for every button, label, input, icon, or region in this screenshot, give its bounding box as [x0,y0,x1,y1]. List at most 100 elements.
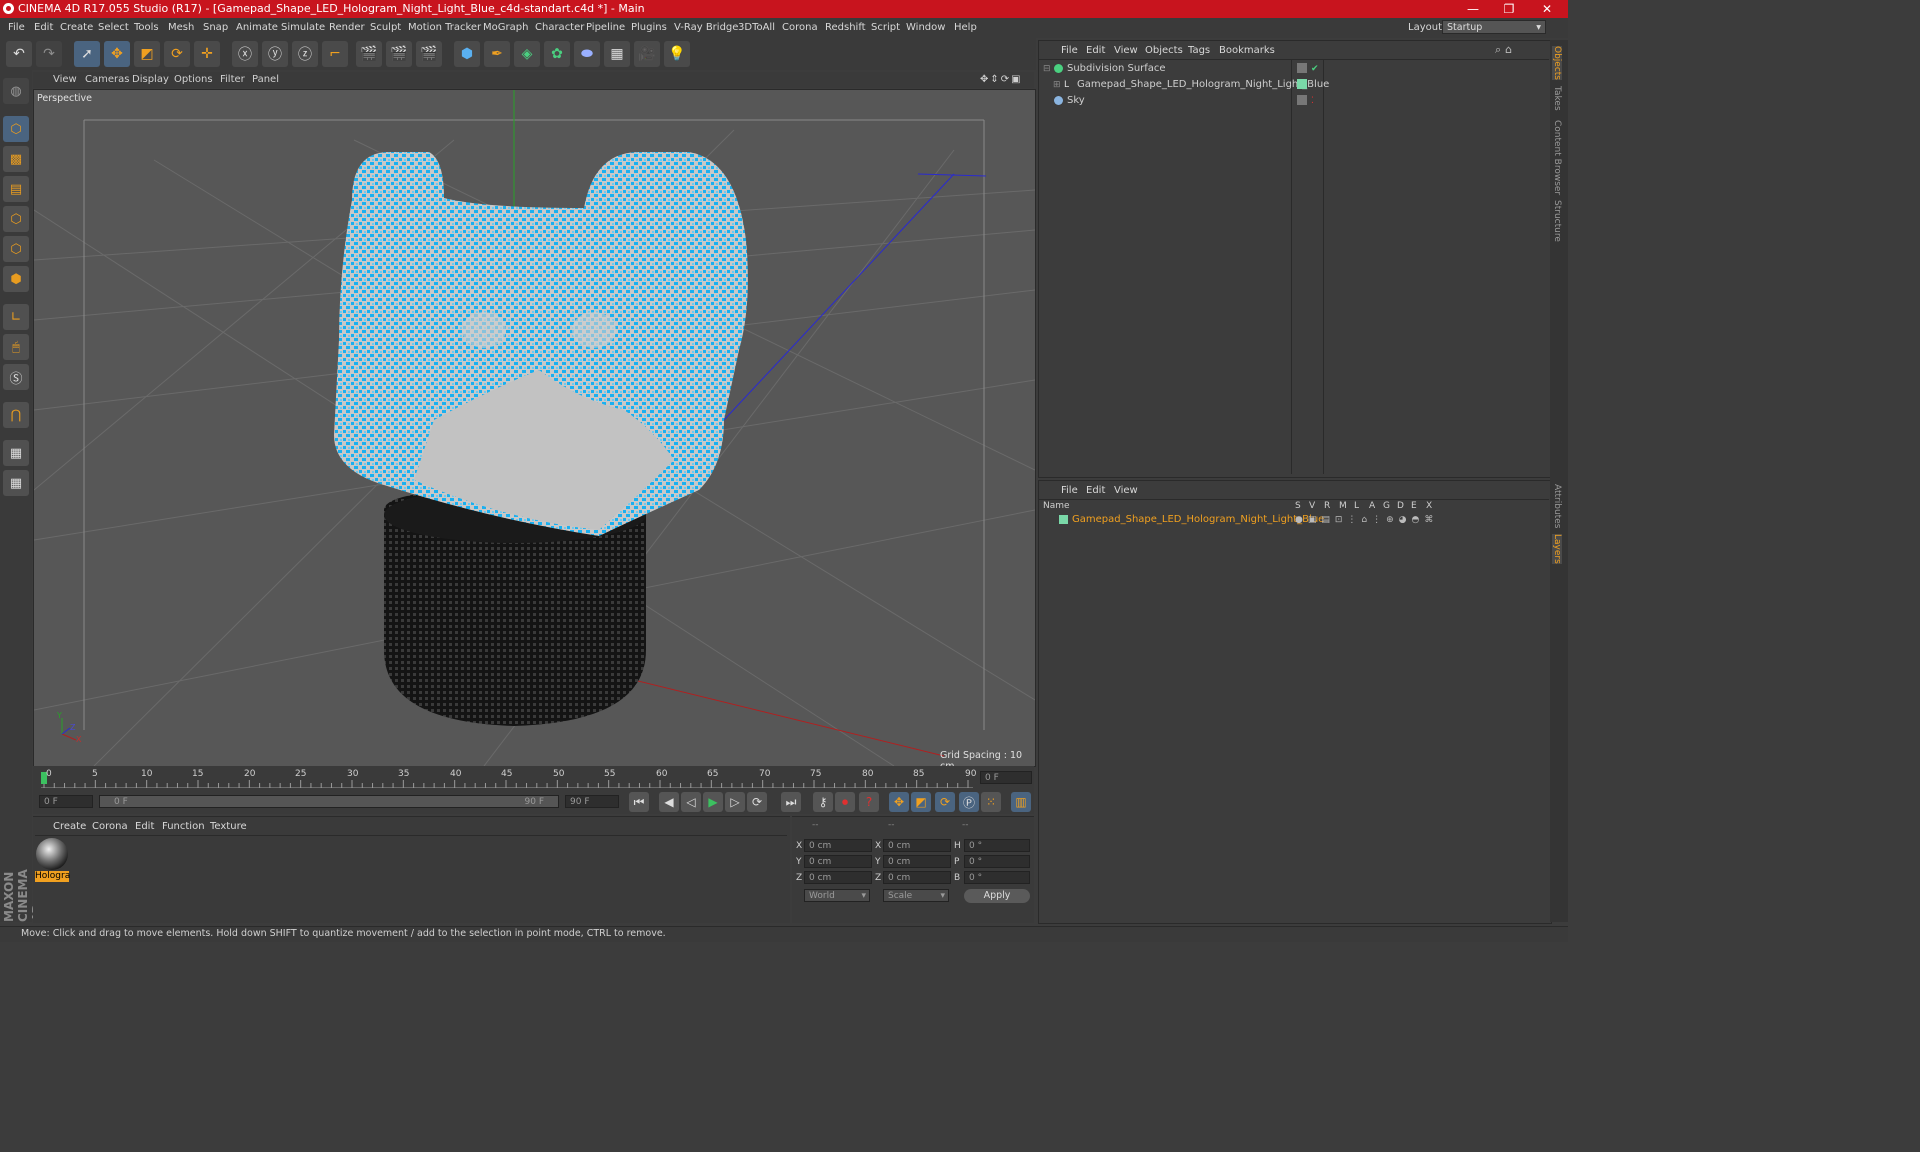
menu-window[interactable]: Window [906,22,945,33]
timeline-ruler[interactable]: 0 5 10 15 20 25 30 35 40 45 50 55 60 65 … [33,766,1034,790]
minimize-button[interactable]: — [1458,1,1488,17]
material-menu-texture[interactable]: Texture [210,821,247,832]
add-spline-button[interactable]: ✒ [484,41,510,67]
layers-menu-file[interactable]: File [1061,485,1078,496]
tab-structure[interactable]: Structure [1552,200,1562,242]
viewport-navigation-icons[interactable]: ✥⇕⟳▣ [980,74,1023,85]
maximize-button[interactable]: ❐ [1494,1,1524,17]
autokey-button[interactable]: ⏺ [835,792,855,812]
apply-button[interactable]: Apply [964,889,1030,903]
menu-motion-tracker[interactable]: Motion Tracker [408,22,481,33]
collapse-icon[interactable]: ⊟ [1043,61,1051,77]
key-position-button[interactable]: ✥ [889,792,909,812]
workplane-mode-button[interactable]: ▤ [3,176,29,202]
next-key-button[interactable]: ⟳ [747,792,767,812]
go-to-end-button[interactable]: ⏭ [781,792,801,812]
viewport-menu-panel[interactable]: Panel [252,74,279,85]
keyframe-selection-button[interactable]: ? [859,792,879,812]
rot-h-field[interactable]: 0 ° [964,839,1030,852]
menu-tools[interactable]: Tools [134,22,159,33]
make-editable-button[interactable]: ◍ [3,78,29,104]
visibility-dots-icon[interactable]: ⁚ [1311,93,1314,109]
layer-color-swatch[interactable] [1059,515,1068,524]
timeline-window-button[interactable]: ▥ [1011,792,1031,812]
polygons-mode-button[interactable]: ⬢ [3,266,29,292]
expand-icon[interactable]: ⊞ [1053,77,1061,93]
coord-system-select[interactable]: World ▾ [804,889,870,902]
size-x-field[interactable]: 0 cm [883,839,951,852]
solo-button[interactable]: Ⓢ [3,364,29,390]
material-menu-function[interactable]: Function [162,821,205,832]
recent-tools-button[interactable]: ✛ [194,41,220,67]
key-parameter-button[interactable]: Ⓟ [959,792,979,812]
viewport-menu-options[interactable]: Options [174,74,213,85]
menu-vray-bridge[interactable]: V-Ray Bridge [674,22,738,33]
add-cube-button[interactable]: ⬢ [454,41,480,67]
render-picture-viewer-button[interactable]: 🎬 [386,41,412,67]
snap-button[interactable]: ⋂ [3,402,29,428]
go-to-start-button[interactable]: ⏮ [629,792,649,812]
objects-menu-objects[interactable]: Objects [1145,45,1183,56]
pos-z-field[interactable]: 0 cm [804,871,872,884]
model-mode-button[interactable]: ⬡ [3,116,29,142]
add-floor-button[interactable]: ▦ [604,41,630,67]
layer-toggle-icons[interactable]: ●▣▤⊡⋮⌂⋮⊕◕◓⌘ [1295,512,1438,528]
edit-tag-icon[interactable] [1297,95,1307,105]
timeline-ticks[interactable]: 0 5 10 15 20 25 30 35 40 45 50 55 60 65 … [41,768,976,788]
render-settings-button[interactable]: 🎬 [416,41,442,67]
menu-character[interactable]: Character [535,22,584,33]
coordinate-system-button[interactable]: ⌐ [322,41,348,67]
tab-objects[interactable]: Objects [1552,46,1562,81]
redo-button[interactable]: ↷ [36,41,62,67]
menu-redshift[interactable]: Redshift [825,22,866,33]
viewport-menu-display[interactable]: Display [132,74,169,85]
render-view-button[interactable]: 🎬 [356,41,382,67]
objects-menu-view[interactable]: View [1114,45,1138,56]
rot-b-field[interactable]: 0 ° [964,871,1030,884]
menu-corona[interactable]: Corona [782,22,818,33]
enabled-check-icon[interactable]: ✔ [1311,61,1319,77]
size-z-field[interactable]: 0 cm [883,871,951,884]
rotate-tool-button[interactable]: ⟳ [164,41,190,67]
menu-file[interactable]: File [8,22,25,33]
menu-mesh[interactable]: Mesh [168,22,194,33]
objects-menu-bookmarks[interactable]: Bookmarks [1219,45,1275,56]
workplane-align-button[interactable]: ▦ [3,470,29,496]
edit-tag-icon[interactable] [1297,63,1307,73]
layer-color-tag[interactable] [1297,79,1307,89]
texture-mode-button[interactable]: ▩ [3,146,29,172]
end-frame-field[interactable]: 90 F [565,795,619,808]
menu-edit[interactable]: Edit [34,22,53,33]
z-axis-button[interactable]: ⓩ [292,41,318,67]
objects-menu-file[interactable]: File [1061,45,1078,56]
live-selection-button[interactable]: ➚ [74,41,100,67]
tab-attributes[interactable]: Attributes [1552,484,1562,528]
add-deformer-button[interactable]: ⬬ [574,41,600,67]
material-menu-edit[interactable]: Edit [135,821,154,832]
object-row-sky[interactable]: Sky ⁚ [1039,93,1549,109]
menu-select[interactable]: Select [98,22,129,33]
3d-viewport[interactable]: Perspective Y Z X Grid Spacing : 10 cm [33,89,1036,767]
menu-3dtoall[interactable]: 3DToAll [738,22,775,33]
size-y-field[interactable]: 0 cm [883,855,951,868]
axis-mode-button[interactable]: ∟ [3,304,29,330]
menu-sculpt[interactable]: Sculpt [370,22,401,33]
record-keyframes-button[interactable]: ⚷ [813,792,833,812]
close-button[interactable]: ✕ [1532,1,1562,17]
layers-menu-edit[interactable]: Edit [1086,485,1105,496]
add-light-button[interactable]: 💡 [664,41,690,67]
menu-render[interactable]: Render [329,22,365,33]
layout-select[interactable]: Startup ▾ [1442,20,1546,34]
material-menu-corona[interactable]: Corona [92,821,128,832]
tab-takes[interactable]: Takes [1552,86,1562,111]
undo-button[interactable]: ↶ [6,41,32,67]
tab-content-browser[interactable]: Content Browser [1552,120,1562,195]
tab-layers[interactable]: Layers [1552,534,1562,564]
pos-y-field[interactable]: 0 cm [804,855,872,868]
key-rotation-button[interactable]: ⟳ [935,792,955,812]
edges-mode-button[interactable]: ⬡ [3,236,29,262]
previous-frame-button[interactable]: ◁ [681,792,701,812]
search-home-icons[interactable]: ⌕⌂ [1495,43,1516,57]
menu-plugins[interactable]: Plugins [631,22,667,33]
rot-p-field[interactable]: 0 ° [964,855,1030,868]
